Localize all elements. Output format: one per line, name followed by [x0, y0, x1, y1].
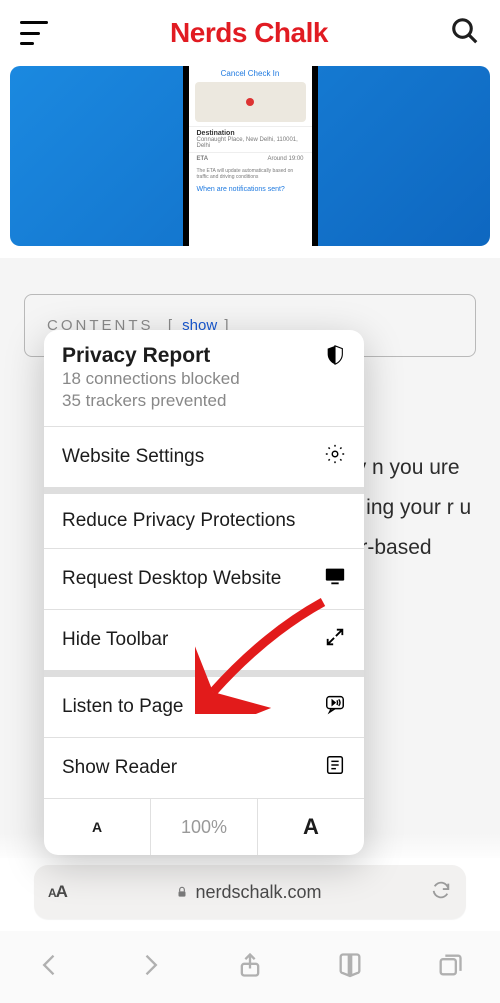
privacy-report-item[interactable]: Privacy Report 18 connections blocked 35…: [44, 330, 364, 427]
zoom-in-button[interactable]: A: [258, 799, 364, 855]
reader-icon: [324, 754, 346, 782]
safari-bottom-toolbar: [0, 931, 500, 1003]
forward-button[interactable]: [136, 951, 164, 984]
site-header: Nerds Chalk: [0, 0, 500, 66]
speech-audio-icon: [324, 693, 346, 721]
refresh-icon[interactable]: [430, 879, 452, 906]
phone-notif-link: When are notifications sent?: [189, 183, 312, 196]
show-reader-item[interactable]: Show Reader: [44, 738, 364, 799]
phone-map: [195, 82, 306, 122]
site-logo[interactable]: Nerds Chalk: [170, 17, 328, 49]
zoom-level[interactable]: 100%: [151, 799, 258, 855]
website-settings-item[interactable]: Website Settings: [44, 427, 364, 494]
request-desktop-item[interactable]: Request Desktop Website: [44, 549, 364, 610]
url-domain[interactable]: nerdschalk.com: [67, 882, 430, 903]
safari-url-bar[interactable]: AA nerdschalk.com: [34, 865, 466, 919]
expand-icon: [324, 626, 346, 654]
desktop-icon: [324, 565, 346, 593]
phone-eta: ETAAround 19:00: [189, 152, 312, 165]
search-icon[interactable]: [450, 16, 480, 51]
hide-toolbar-item[interactable]: Hide Toolbar: [44, 610, 364, 677]
phone-mock: Cancel Check In Destination Connaught Pl…: [183, 66, 318, 246]
phone-destination: Destination Connaught Place, New Delhi, …: [189, 126, 312, 152]
bookmarks-button[interactable]: [336, 951, 364, 984]
phone-cancel-link: Cancel Check In: [189, 69, 312, 78]
tabs-button[interactable]: [436, 951, 464, 984]
shield-icon: [324, 344, 346, 371]
phone-eta-note: The ETA will update automatically based …: [189, 165, 312, 183]
zoom-out-button[interactable]: A: [44, 799, 151, 855]
text-size-button[interactable]: AA: [48, 882, 67, 902]
safari-page-menu: Privacy Report 18 connections blocked 35…: [44, 330, 364, 855]
listen-to-page-item[interactable]: Listen to Page: [44, 677, 364, 738]
hamburger-icon[interactable]: [20, 21, 48, 45]
share-button[interactable]: [236, 951, 264, 984]
gear-icon: [324, 443, 346, 471]
reduce-privacy-item[interactable]: Reduce Privacy Protections: [44, 494, 364, 549]
back-button[interactable]: [36, 951, 64, 984]
zoom-row: A 100% A: [44, 799, 364, 855]
lock-icon: [175, 885, 189, 899]
hero-image: Cancel Check In Destination Connaught Pl…: [10, 66, 490, 246]
